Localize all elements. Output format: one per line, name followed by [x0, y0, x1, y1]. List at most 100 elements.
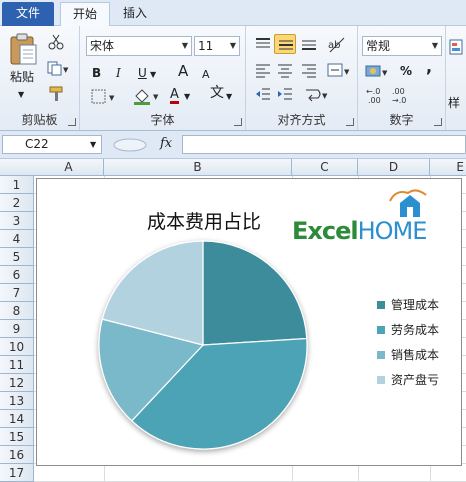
number-format-combo[interactable]: 常规 ▼ — [362, 36, 442, 56]
name-box[interactable]: C22 — [2, 135, 102, 154]
chevron-down-icon: ▼ — [229, 41, 236, 50]
conditional-format-icon[interactable] — [448, 36, 464, 76]
format-painter-icon[interactable] — [48, 84, 66, 102]
paste-icon[interactable] — [8, 32, 38, 66]
phonetic-button[interactable]: 文 — [210, 86, 224, 100]
font-color-dropdown-icon[interactable]: ▼ — [184, 90, 190, 104]
column-header-d[interactable]: D — [358, 159, 430, 176]
font-group: 宋体 ▼ 11 ▼ B I U ▼ A A ▼ ▼ A ▼ 文 ▼ 字体 — [80, 26, 246, 130]
row-header[interactable]: 12 — [0, 374, 33, 392]
legend-swatch — [377, 301, 385, 309]
ribbon-tabs: 文件 开始 插入 — [0, 0, 466, 27]
row-header[interactable]: 17 — [0, 464, 33, 482]
font-name-combo[interactable]: 宋体 ▼ — [86, 36, 192, 56]
formula-bar-splitter[interactable] — [110, 137, 150, 153]
column-headers: A B C D E — [0, 159, 466, 176]
clipboard-launcher-icon[interactable] — [68, 118, 76, 126]
row-header[interactable]: 2 — [0, 194, 33, 212]
wrap-text-icon[interactable]: ▼ — [304, 86, 330, 102]
clipboard-group: 粘贴 ▼ ▼ 剪贴板 — [0, 26, 80, 130]
tab-file[interactable]: 文件 — [2, 2, 54, 26]
tab-insert[interactable]: 插入 — [112, 2, 158, 26]
increase-indent-icon[interactable] — [276, 86, 294, 102]
row-header[interactable]: 14 — [0, 410, 33, 428]
align-bottom-icon[interactable] — [300, 36, 318, 52]
comma-button[interactable]: , — [426, 59, 432, 75]
column-header-a[interactable]: A — [34, 159, 104, 176]
underline-dropdown-icon[interactable]: ▼ — [150, 68, 156, 82]
svg-text:▼: ▼ — [109, 94, 115, 102]
column-header-e[interactable]: E — [430, 159, 466, 176]
increase-decimal-icon[interactable]: ←.0.00 — [366, 86, 388, 104]
font-size-value: 11 — [198, 39, 214, 53]
copy-icon[interactable]: ▼ — [46, 60, 70, 76]
number-group-label: 数字 — [389, 113, 414, 127]
row-header[interactable]: 10 — [0, 338, 33, 356]
row-header[interactable]: 16 — [0, 446, 33, 464]
row-header[interactable]: 3 — [0, 212, 33, 230]
formula-bar: C22 ▼ fx — [0, 131, 466, 159]
legend-label: 销售成本 — [391, 348, 440, 362]
svg-text:→.0: →.0 — [392, 96, 406, 104]
decrease-indent-icon[interactable] — [254, 86, 272, 102]
underline-button[interactable]: U — [138, 66, 147, 80]
cut-icon[interactable] — [48, 34, 64, 50]
svg-text:▼: ▼ — [63, 66, 69, 74]
chevron-down-icon: ▼ — [181, 41, 188, 50]
orientation-icon[interactable]: ab — [326, 34, 348, 54]
paste-button[interactable]: 粘贴 — [10, 70, 34, 84]
align-center-icon[interactable] — [276, 62, 294, 78]
row-header[interactable]: 8 — [0, 302, 33, 320]
formula-input[interactable] — [182, 135, 466, 154]
align-top-icon[interactable] — [254, 36, 272, 52]
row-header[interactable]: 13 — [0, 392, 33, 410]
row-header[interactable]: 7 — [0, 284, 33, 302]
decrease-decimal-icon[interactable]: .00→.0 — [392, 86, 414, 104]
font-color-button[interactable]: A — [170, 88, 179, 104]
bold-button[interactable]: B — [92, 66, 101, 80]
pie-chart[interactable]: 成本费用占比 ExcelHOME 管理成本 劳务成本 销售成本 资产盘亏 — [36, 178, 462, 466]
number-group: 常规 ▼ ▼ % , ←.0.00 .00 →.0 数字 — [358, 26, 446, 130]
svg-text:▼: ▼ — [322, 92, 328, 100]
border-icon[interactable]: ▼ — [90, 88, 118, 106]
font-group-label: 字体 — [150, 113, 175, 127]
align-right-icon[interactable] — [300, 62, 318, 78]
svg-text:←.0: ←.0 — [366, 87, 380, 96]
row-header[interactable]: 4 — [0, 230, 33, 248]
styles-group-partial: 样 — [446, 26, 466, 130]
name-box-dropdown-icon[interactable]: ▼ — [90, 140, 96, 149]
styles-label[interactable]: 样 — [448, 96, 460, 110]
align-middle-icon[interactable] — [274, 34, 296, 54]
row-header[interactable]: 15 — [0, 428, 33, 446]
fill-color-icon[interactable]: ▼ — [132, 86, 162, 106]
align-left-icon[interactable] — [254, 62, 272, 78]
row-header[interactable]: 6 — [0, 266, 33, 284]
column-header-c[interactable]: C — [292, 159, 358, 176]
row-header[interactable]: 9 — [0, 320, 33, 338]
row-headers: 1 2 3 4 5 6 7 8 9 10 11 12 13 14 15 16 17 — [0, 176, 34, 482]
row-header[interactable]: 5 — [0, 248, 33, 266]
pie-slice-1[interactable] — [202, 240, 308, 346]
row-header[interactable]: 1 — [0, 176, 33, 194]
paste-dropdown-icon[interactable]: ▼ — [18, 88, 24, 102]
legend-label: 资产盘亏 — [391, 373, 440, 387]
number-launcher-icon[interactable] — [434, 118, 442, 126]
percent-button[interactable]: % — [400, 64, 412, 78]
italic-button[interactable]: I — [116, 66, 121, 80]
currency-icon[interactable]: ▼ — [364, 62, 390, 80]
insert-function-button[interactable]: fx — [160, 136, 172, 151]
font-launcher-icon[interactable] — [234, 118, 242, 126]
row-header[interactable]: 11 — [0, 356, 33, 374]
svg-text:▼: ▼ — [382, 69, 388, 77]
font-size-combo[interactable]: 11 ▼ — [194, 36, 240, 56]
alignment-launcher-icon[interactable] — [346, 118, 354, 126]
number-format-value: 常规 — [366, 39, 391, 53]
column-header-b[interactable]: B — [104, 159, 292, 176]
grow-font-button[interactable]: A — [178, 64, 188, 79]
phonetic-dropdown-icon[interactable]: ▼ — [226, 90, 232, 104]
chevron-down-icon: ▼ — [431, 41, 438, 50]
tab-home[interactable]: 开始 — [60, 2, 110, 27]
shrink-font-button[interactable]: A — [202, 68, 210, 82]
merge-center-icon[interactable]: ▼ — [326, 62, 352, 78]
legend-label: 管理成本 — [391, 298, 440, 312]
